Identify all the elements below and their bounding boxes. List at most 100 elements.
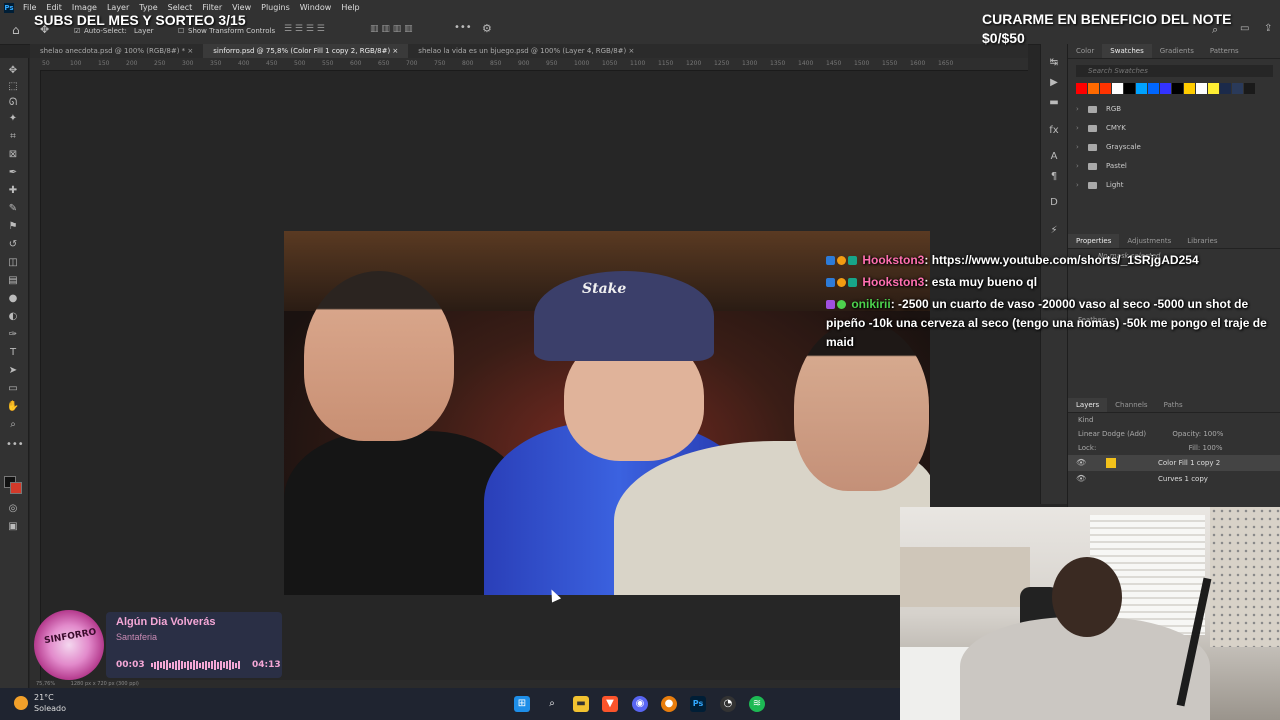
layer-row[interactable]: 👁 Curves 1 copy <box>1068 471 1280 487</box>
tab-properties[interactable]: Properties <box>1068 234 1120 248</box>
color-swatch[interactable] <box>1076 83 1087 94</box>
menu-layer[interactable]: Layer <box>102 3 134 12</box>
swatch-folder-rgb[interactable]: RGB <box>1068 100 1280 119</box>
eye-icon[interactable]: 👁 <box>1076 471 1086 487</box>
background-color-swatch[interactable] <box>10 482 22 494</box>
character-icon[interactable]: fx <box>1047 124 1061 138</box>
weather-sun-icon[interactable] <box>14 696 28 710</box>
photoshop-logo-icon[interactable]: Ps <box>4 2 14 13</box>
auto-select-checkbox[interactable]: ☑ <box>74 27 80 35</box>
paragraph-icon[interactable]: ¶ <box>1047 170 1061 184</box>
menu-filter[interactable]: Filter <box>197 3 227 12</box>
type-icon[interactable]: A <box>1047 150 1061 164</box>
more-tools-icon[interactable]: ••• <box>6 438 24 452</box>
menu-view[interactable]: View <box>227 3 256 12</box>
menu-image[interactable]: Image <box>67 3 102 12</box>
eyedropper-icon[interactable]: ✒ <box>6 166 20 180</box>
blur-tool-icon[interactable]: ● <box>6 292 20 306</box>
color-swatch[interactable] <box>1124 83 1135 94</box>
d-plugin-icon[interactable]: D <box>1047 196 1061 210</box>
tab-layers[interactable]: Layers <box>1068 398 1108 412</box>
color-swatch[interactable] <box>1244 83 1255 94</box>
history-brush-icon[interactable]: ↺ <box>6 238 20 252</box>
move-tool-icon[interactable]: ✥ <box>6 64 20 78</box>
tab-channels[interactable]: Channels <box>1107 398 1155 412</box>
color-swatch[interactable] <box>1172 83 1183 94</box>
color-swatch[interactable] <box>1088 83 1099 94</box>
swatch-folder-pastel[interactable]: Pastel <box>1068 157 1280 176</box>
color-swatch[interactable] <box>1208 83 1219 94</box>
swatch-folder-grayscale[interactable]: Grayscale <box>1068 138 1280 157</box>
show-transform-checkbox[interactable]: ☐ <box>178 27 184 35</box>
photoshop-icon[interactable]: Ps <box>690 696 706 712</box>
brave-icon[interactable]: ▼ <box>602 696 618 712</box>
color-swatch[interactable] <box>1220 83 1231 94</box>
color-swatch[interactable] <box>1232 83 1243 94</box>
path-select-icon[interactable]: ➤ <box>6 364 20 378</box>
swatch-search-input[interactable]: Search Swatches <box>1076 65 1273 77</box>
shape-tool-icon[interactable]: ▭ <box>6 382 20 396</box>
tab-libraries[interactable]: Libraries <box>1179 234 1225 248</box>
magic-wand-icon[interactable]: ✦ <box>6 112 20 126</box>
tab-paths[interactable]: Paths <box>1156 398 1191 412</box>
crop-tool-icon[interactable]: ⌗ <box>6 130 20 144</box>
color-swatch[interactable] <box>1136 83 1147 94</box>
auto-select-dropdown[interactable]: Layer <box>134 27 154 35</box>
lasso-tool-icon[interactable]: ᘏ <box>6 96 20 110</box>
layer-filter-kind[interactable]: Kind <box>1068 413 1280 427</box>
type-tool-icon[interactable]: T <box>6 346 20 360</box>
history-icon[interactable]: ↹ <box>1047 56 1061 70</box>
blender-icon[interactable]: ● <box>661 696 677 712</box>
screen-mode-icon[interactable]: ▣ <box>6 520 20 534</box>
layer-row[interactable]: 👁 Color Fill 1 copy 2 <box>1068 455 1280 471</box>
discord-icon[interactable]: ◉ <box>632 696 648 712</box>
menu-edit[interactable]: Edit <box>41 3 67 12</box>
comment-icon[interactable]: ▬ <box>1047 96 1061 110</box>
fill-value[interactable]: 100% <box>1203 444 1223 452</box>
search-icon[interactable]: ⌕ <box>544 696 560 712</box>
distribute-icons[interactable]: ▥ ▥ ▥ ▥ <box>370 24 413 34</box>
menu-type[interactable]: Type <box>134 3 162 12</box>
color-swatch[interactable] <box>1196 83 1207 94</box>
more-options-icon[interactable]: ••• <box>454 22 472 33</box>
workspace-icon[interactable]: ▭ <box>1240 23 1249 34</box>
align-icons[interactable]: ☰ ☰ ☰ ☰ <box>284 24 325 34</box>
color-swatch[interactable] <box>1184 83 1195 94</box>
pen-tool-icon[interactable]: ✑ <box>6 328 20 342</box>
color-swatch[interactable] <box>1112 83 1123 94</box>
frame-tool-icon[interactable]: ⊠ <box>6 148 20 162</box>
color-swatch[interactable] <box>1100 83 1111 94</box>
file-explorer-icon[interactable]: ▬ <box>573 696 589 712</box>
dodge-tool-icon[interactable]: ◐ <box>6 310 20 324</box>
home-icon[interactable]: ⌂ <box>12 23 20 37</box>
zoom-level[interactable]: 75,76% <box>30 681 55 687</box>
quick-mask-icon[interactable]: ◎ <box>6 502 20 516</box>
stamp-tool-icon[interactable]: ⚑ <box>6 220 20 234</box>
play-icon[interactable]: ▶ <box>1047 76 1061 90</box>
eraser-tool-icon[interactable]: ◫ <box>6 256 20 270</box>
obs-icon[interactable]: ◔ <box>720 696 736 712</box>
marquee-tool-icon[interactable]: ⬚ <box>6 80 20 94</box>
doc-tab-2[interactable]: sinforro.psd @ 75,8% (Color Fill 1 copy … <box>203 44 409 58</box>
weather-desc[interactable]: Soleado <box>34 704 66 713</box>
menu-file[interactable]: File <box>18 3 41 12</box>
brush-settings-icon[interactable]: ⚡ <box>1047 224 1061 238</box>
swatch-folder-cmyk[interactable]: CMYK <box>1068 119 1280 138</box>
brush-tool-icon[interactable]: ✎ <box>6 202 20 216</box>
blend-mode-dropdown[interactable]: Linear Dodge (Add) <box>1078 430 1146 438</box>
gradient-tool-icon[interactable]: ▤ <box>6 274 20 288</box>
gear-icon[interactable]: ⚙ <box>482 22 492 35</box>
spotify-icon[interactable]: ≋ <box>749 696 765 712</box>
eye-icon[interactable]: 👁 <box>1076 455 1086 471</box>
windows-icon[interactable]: ⊞ <box>514 696 530 712</box>
color-swatch[interactable] <box>1160 83 1171 94</box>
menu-plugins[interactable]: Plugins <box>256 3 295 12</box>
tab-adjustments[interactable]: Adjustments <box>1119 234 1179 248</box>
menu-select[interactable]: Select <box>163 3 198 12</box>
share-icon[interactable]: ⇪ <box>1264 23 1272 34</box>
healing-brush-icon[interactable]: ✚ <box>6 184 20 198</box>
menu-help[interactable]: Help <box>336 3 364 12</box>
doc-tab-3[interactable]: shelao la vida es un bjuego.psd @ 100% (… <box>408 44 644 58</box>
hand-tool-icon[interactable]: ✋ <box>6 400 20 414</box>
weather-temp[interactable]: 21°C <box>34 693 54 702</box>
